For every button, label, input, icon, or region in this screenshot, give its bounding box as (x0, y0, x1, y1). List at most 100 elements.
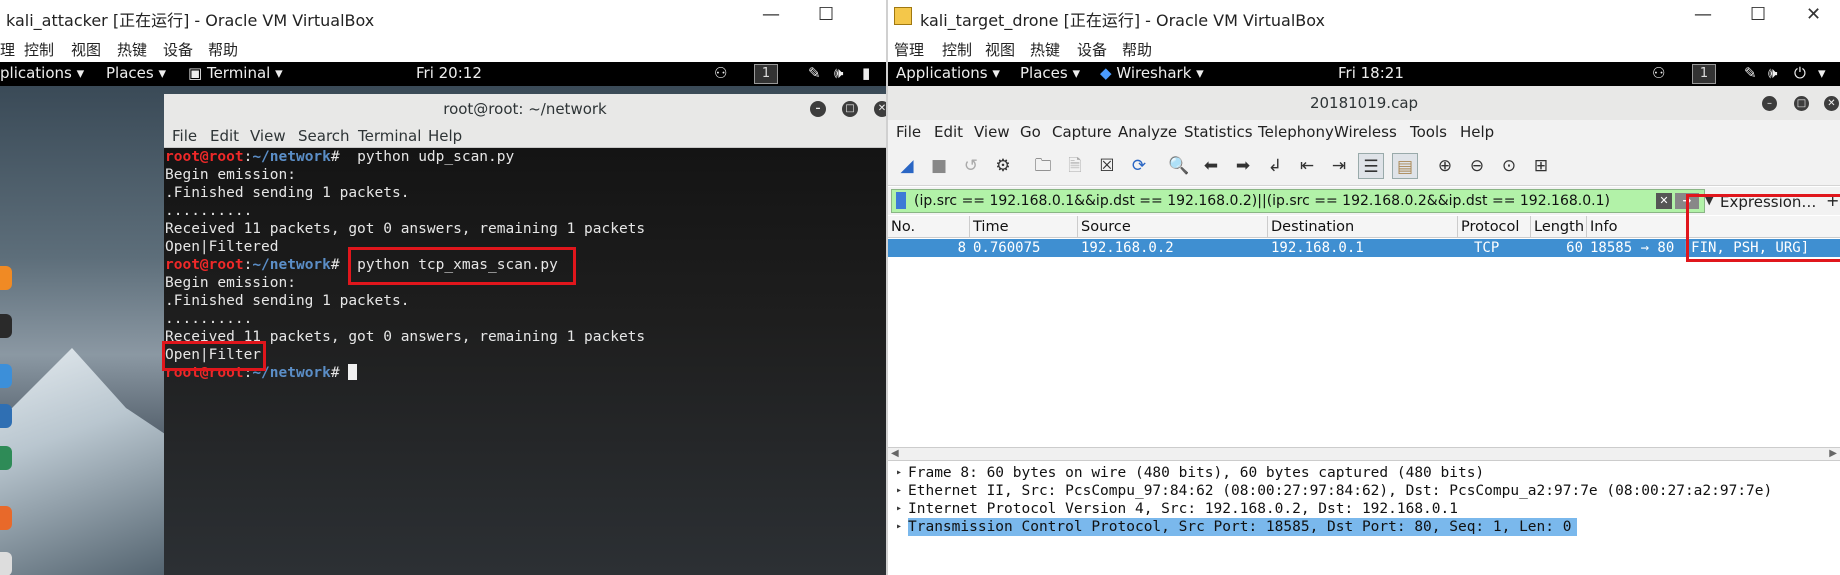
ws-menu-telephony[interactable]: Telephony (1258, 123, 1334, 141)
wireshark-maximize-icon[interactable]: □ (1794, 96, 1809, 111)
chevron-down-icon[interactable]: ▾ (1818, 64, 1826, 82)
dock-files-icon[interactable] (0, 364, 12, 388)
network-icon[interactable]: ⚇ (1652, 64, 1665, 82)
expand-triangle-icon[interactable]: ▸ (896, 464, 902, 482)
display-filter-input[interactable]: (ip.src == 192.168.0.1&&ip.dst == 192.16… (891, 189, 1713, 213)
places-menu[interactable]: Places ▾ (1020, 64, 1080, 82)
bookmark-icon[interactable] (896, 192, 906, 209)
maximize-icon[interactable]: ☐ (818, 4, 834, 25)
volume-icon[interactable]: 🕪 (834, 64, 843, 82)
terminal-menu-view[interactable]: View (250, 127, 286, 145)
column-header-time[interactable]: Time (970, 216, 1078, 238)
zoom-out-icon[interactable]: ⊖ (1464, 153, 1490, 179)
ws-menu-file[interactable]: File (896, 123, 921, 141)
save-file-icon[interactable]: 🗎 (1062, 153, 1088, 179)
terminal-output[interactable]: root@root:~/network# python udp_scan.py … (162, 148, 886, 575)
vm-menu-devices[interactable]: 设备 (163, 39, 193, 60)
vm-menu-help[interactable]: 帮助 (1122, 39, 1152, 60)
clock[interactable]: Fri 20:12 (416, 64, 482, 82)
applications-menu[interactable]: Applications ▾ (896, 64, 1000, 82)
detail-row-ipv4[interactable]: ▸ Internet Protocol Version 4, Src: 192.… (888, 500, 1840, 518)
dock-burp-icon[interactable] (0, 506, 12, 530)
ws-menu-analyze[interactable]: Analyze (1118, 123, 1177, 141)
workspace-indicator[interactable]: 1 (754, 64, 778, 84)
terminal-menu-file[interactable]: File (172, 127, 197, 145)
vm-menu-hotkey[interactable]: 热键 (1030, 39, 1060, 60)
autoscroll-icon[interactable]: ☰ (1358, 153, 1384, 179)
ws-menu-capture[interactable]: Capture (1052, 123, 1112, 141)
column-header-length[interactable]: Length (1531, 216, 1587, 238)
column-header-source[interactable]: Source (1078, 216, 1268, 238)
terminal-menu-terminal[interactable]: Terminal (358, 127, 421, 145)
start-capture-icon[interactable]: ◢ (894, 153, 920, 179)
ws-menu-wireless[interactable]: Wireless (1334, 123, 1397, 141)
detail-row-ethernet[interactable]: ▸ Ethernet II, Src: PcsCompu_97:84:62 (0… (888, 482, 1840, 500)
vm-menu-devices[interactable]: 设备 (1077, 39, 1107, 60)
go-to-packet-icon[interactable]: ↲ (1262, 153, 1288, 179)
vm-menu-manage[interactable]: 理 (0, 39, 15, 60)
minimize-icon[interactable]: — (762, 4, 780, 25)
clear-filter-icon[interactable]: ✕ (1656, 193, 1672, 209)
terminal-minimize-icon[interactable]: – (810, 101, 826, 117)
pen-icon[interactable]: ✎ (1744, 64, 1757, 82)
dock-firefox-icon[interactable] (0, 266, 12, 290)
network-icon[interactable]: ⚇ (714, 64, 727, 82)
applications-menu[interactable]: plications ▾ (0, 64, 84, 82)
resize-columns-icon[interactable]: ⊞ (1528, 153, 1554, 179)
terminal-menu-edit[interactable]: Edit (210, 127, 239, 145)
vm-menu-help[interactable]: 帮助 (208, 39, 238, 60)
packet-list-horizontal-scrollbar[interactable]: ◀ ▶ (888, 447, 1840, 461)
first-packet-icon[interactable]: ⇤ (1294, 153, 1320, 179)
dock-app-icon[interactable] (0, 552, 12, 575)
app-menu-wireshark[interactable]: ◆ Wireshark ▾ (1100, 64, 1204, 82)
scroll-left-icon[interactable]: ◀ (891, 448, 899, 459)
expand-triangle-icon[interactable]: ▸ (896, 500, 902, 518)
reload-icon[interactable]: ⟳ (1126, 153, 1152, 179)
dock-metasploit-icon[interactable] (0, 404, 12, 428)
zoom-in-icon[interactable]: ⊕ (1432, 153, 1458, 179)
close-file-icon[interactable]: ☒ (1094, 153, 1120, 179)
close-icon[interactable]: ✕ (1806, 4, 1821, 25)
column-header-protocol[interactable]: Protocol (1458, 216, 1531, 238)
go-back-icon[interactable]: ⬅ (1198, 153, 1224, 179)
dock-armitage-icon[interactable] (0, 446, 12, 470)
restart-capture-icon[interactable]: ↺ (958, 153, 984, 179)
vm-menu-manage[interactable]: 管理 (894, 39, 924, 60)
terminal-menu-help[interactable]: Help (428, 127, 462, 145)
column-header-destination[interactable]: Destination (1268, 216, 1458, 238)
wireshark-minimize-icon[interactable]: – (1762, 96, 1777, 111)
battery-icon[interactable]: ▮ (862, 64, 870, 82)
ws-menu-help[interactable]: Help (1460, 123, 1494, 141)
column-header-no[interactable]: No. (888, 216, 970, 238)
minimize-icon[interactable]: — (1694, 4, 1712, 25)
wireshark-close-icon[interactable]: ✕ (1824, 96, 1839, 111)
maximize-icon[interactable]: ☐ (1750, 4, 1766, 25)
app-menu-terminal[interactable]: ▣ Terminal ▾ (188, 64, 283, 82)
find-packet-icon[interactable]: 🔍 (1166, 153, 1192, 179)
vm-menu-hotkey[interactable]: 热键 (117, 39, 147, 60)
scroll-right-icon[interactable]: ▶ (1829, 448, 1837, 459)
vm-menu-control[interactable]: 控制 (24, 39, 54, 60)
detail-row-frame[interactable]: ▸ Frame 8: 60 bytes on wire (480 bits), … (888, 464, 1840, 482)
colorize-icon[interactable]: ▤ (1392, 153, 1418, 179)
expand-triangle-icon[interactable]: ▸ (896, 518, 902, 536)
vm-menu-view[interactable]: 视图 (985, 39, 1015, 60)
expand-triangle-icon[interactable]: ▸ (896, 482, 902, 500)
ws-menu-edit[interactable]: Edit (934, 123, 963, 141)
ws-menu-statistics[interactable]: Statistics (1184, 123, 1253, 141)
stop-capture-icon[interactable]: ■ (926, 153, 952, 179)
vm-menu-control[interactable]: 控制 (942, 39, 972, 60)
vm-menu-view[interactable]: 视图 (71, 39, 101, 60)
terminal-maximize-icon[interactable]: □ (842, 101, 858, 117)
ws-menu-go[interactable]: Go (1020, 123, 1041, 141)
open-file-icon[interactable]: 🗀 (1030, 153, 1056, 179)
normal-size-icon[interactable]: ⊙ (1496, 153, 1522, 179)
go-forward-icon[interactable]: ➡ (1230, 153, 1256, 179)
ws-menu-view[interactable]: View (974, 123, 1010, 141)
power-icon[interactable]: ⏻ (1794, 64, 1806, 82)
packet-list-empty-area[interactable] (888, 257, 1840, 447)
terminal-menu-search[interactable]: Search (298, 127, 350, 145)
places-menu[interactable]: Places ▾ (106, 64, 166, 82)
clock[interactable]: Fri 18:21 (1338, 64, 1404, 82)
last-packet-icon[interactable]: ⇥ (1326, 153, 1352, 179)
